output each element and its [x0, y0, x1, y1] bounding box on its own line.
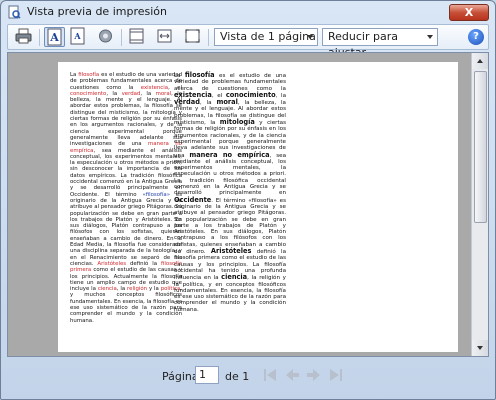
printer-icon: [15, 28, 32, 44]
full-screen-icon: [185, 29, 200, 43]
text-run: «filosofía»: [142, 191, 171, 198]
first-page-icon[interactable]: [261, 366, 279, 384]
help-icon[interactable]: ?: [468, 29, 484, 45]
chevron-up-icon: [477, 59, 483, 63]
text-run: conocimiento: [70, 90, 107, 97]
text-run: La: [174, 73, 185, 79]
gear-icon: [99, 29, 112, 43]
navigation-bar: Página 1 de 1: [7, 358, 489, 394]
text-run: verdad: [174, 98, 200, 107]
zoom-select[interactable]: Reducir para ajustar: [322, 28, 438, 59]
text-small-button[interactable]: A: [68, 27, 89, 47]
last-page-icon[interactable]: [327, 366, 345, 384]
text-column-right: La filosofía es el estudio de una varied…: [174, 72, 286, 352]
text-run: Aristóteles: [210, 247, 252, 256]
toolbar: A A Vista de 1 página Reducir para ?: [7, 24, 489, 59]
text-run: , la religión y la política, y en concep…: [174, 275, 286, 313]
text-run: es originario de la Antigua Grecia y se …: [70, 191, 183, 267]
text-run: moral: [216, 98, 238, 107]
text-run: , y muchos conceptos filosóficos fundame…: [70, 286, 182, 324]
text-column-left: La filosofía es el estudio de una varied…: [70, 72, 182, 352]
text-run: filosofía: [184, 71, 215, 79]
text-run: mitología: [219, 118, 255, 127]
view-select[interactable]: Vista de 1 página: [214, 28, 318, 46]
print-preview-window: Vista previa de impresión X A A Vista de…: [0, 0, 496, 400]
text-run: manera no empírica: [189, 150, 270, 159]
full-screen-button[interactable]: [183, 27, 204, 47]
text-run: , sea mediante el análisis conceptual, l…: [174, 152, 287, 197]
text-run: moral: [155, 90, 172, 97]
text-run: , sea mediante el análisis conceptual, l…: [70, 147, 182, 198]
view-select-value: Vista de 1 página: [220, 30, 316, 43]
text-run: , la belleza, la mente y el lenguaje. Al…: [70, 90, 183, 148]
preview-page: La filosofía es el estudio de una varied…: [58, 62, 458, 352]
text-run: filosofía: [78, 72, 100, 78]
scroll-up-button[interactable]: [472, 53, 488, 69]
svg-text:A: A: [73, 31, 81, 41]
text-run: , la: [199, 100, 217, 107]
text-run: Aristóteles: [97, 260, 127, 267]
page-setup-button[interactable]: [96, 27, 117, 47]
chevron-down-icon: [427, 35, 433, 39]
text-run: Occidente: [174, 195, 212, 204]
text-run: La: [70, 72, 79, 78]
close-button[interactable]: X: [449, 4, 489, 21]
page-count-label: de 1: [225, 370, 250, 383]
text-small-icon: A: [70, 27, 85, 45]
text-run: existencia: [140, 84, 169, 91]
page-width-icon: [157, 29, 172, 43]
title-bar: Vista previa de impresión X: [1, 1, 495, 23]
text-large-button[interactable]: A: [44, 27, 65, 47]
preview-area: La filosofía es el estudio de una varied…: [7, 52, 489, 357]
chevron-down-icon: [477, 346, 483, 350]
scroll-down-button[interactable]: [472, 340, 488, 356]
text-run: verdad: [121, 90, 141, 97]
text-run: ciencia: [221, 273, 248, 282]
print-button[interactable]: [14, 27, 35, 47]
text-run: , la: [275, 92, 286, 99]
page-width-button[interactable]: [155, 27, 176, 47]
text-large-icon: A: [47, 28, 62, 46]
previous-page-icon[interactable]: [283, 366, 301, 384]
text-run: , la: [140, 90, 156, 97]
print-preview-icon: [8, 5, 21, 19]
svg-text:A: A: [49, 31, 59, 44]
page-label: Página: [162, 370, 199, 383]
next-page-icon[interactable]: [305, 366, 323, 384]
header-footer-button[interactable]: [127, 27, 148, 47]
vertical-scrollbar[interactable]: [471, 53, 488, 356]
text-run: definió la: [126, 260, 161, 267]
page-layout-icon: [129, 28, 144, 44]
chevron-down-icon: [307, 35, 313, 39]
scroll-thumb[interactable]: [474, 71, 487, 223]
text-run: , la: [106, 90, 122, 97]
window-title: Vista previa de impresión: [27, 5, 167, 18]
page-number-input[interactable]: 1: [195, 366, 219, 384]
